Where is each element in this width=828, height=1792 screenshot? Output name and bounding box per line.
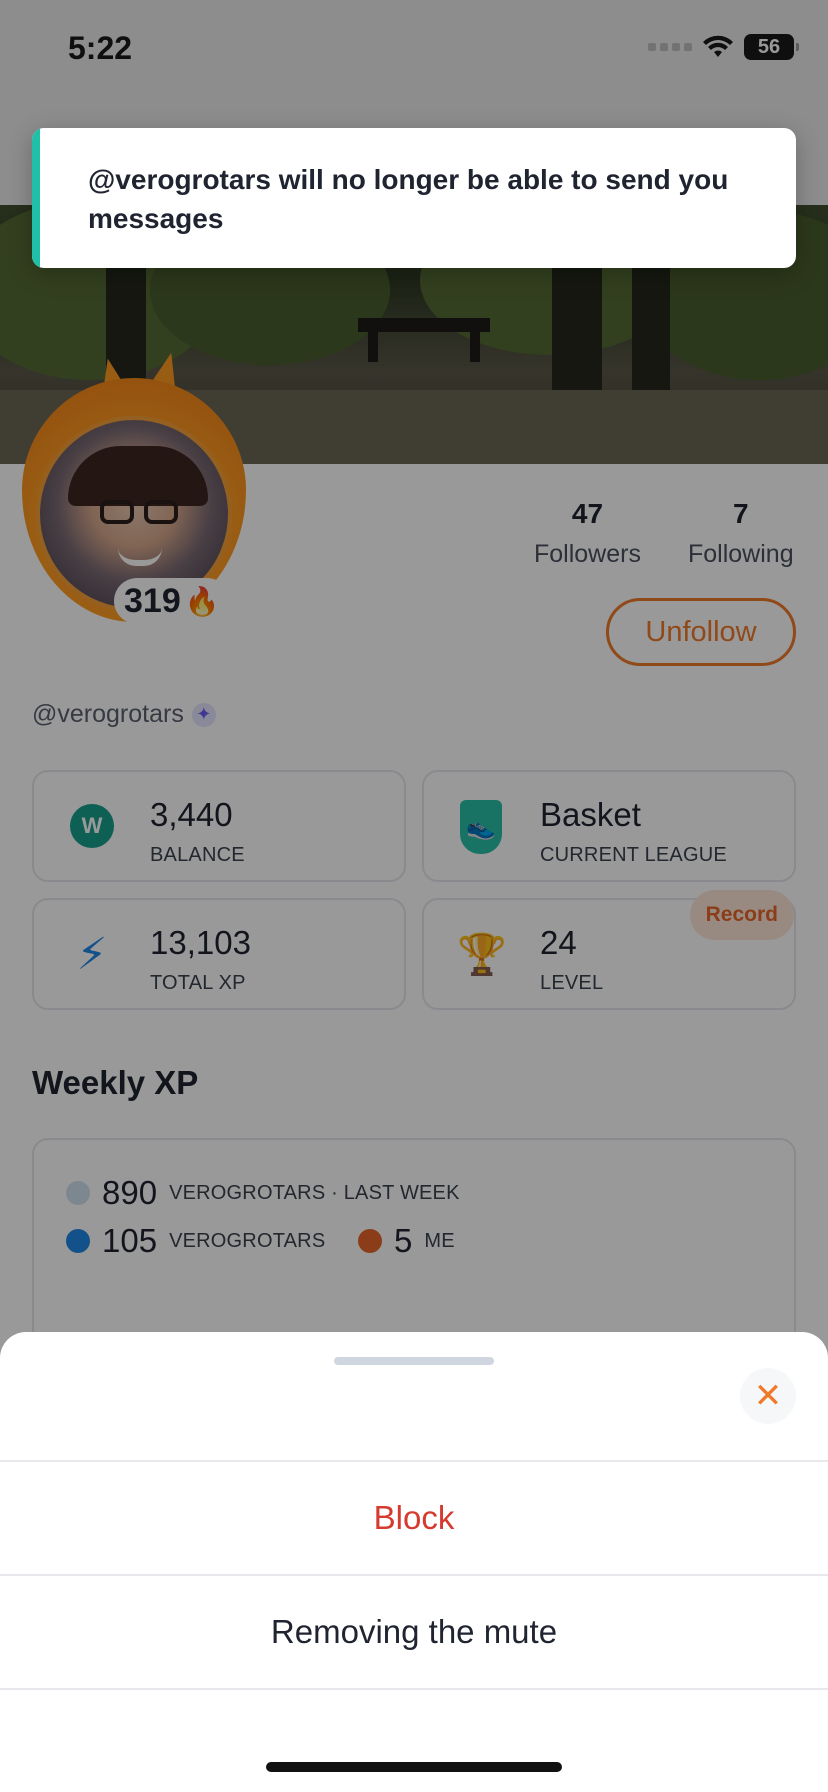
toast-message: @verogrotars will no longer be able to s… <box>88 164 729 234</box>
close-icon[interactable]: ✕ <box>740 1368 796 1424</box>
action-sheet: ✕ Block Removing the mute <box>0 1332 828 1792</box>
sheet-drag-handle[interactable] <box>334 1357 494 1365</box>
divider <box>0 1688 828 1690</box>
block-button[interactable]: Block <box>0 1462 828 1574</box>
toast-accent-bar <box>32 128 40 268</box>
home-indicator[interactable] <box>266 1762 562 1772</box>
remove-mute-button[interactable]: Removing the mute <box>0 1576 828 1688</box>
profile-screen: 5:22 56 319 🔥 47 Followers 7 Following U… <box>0 0 828 1792</box>
toast-notification[interactable]: @verogrotars will no longer be able to s… <box>32 128 796 268</box>
